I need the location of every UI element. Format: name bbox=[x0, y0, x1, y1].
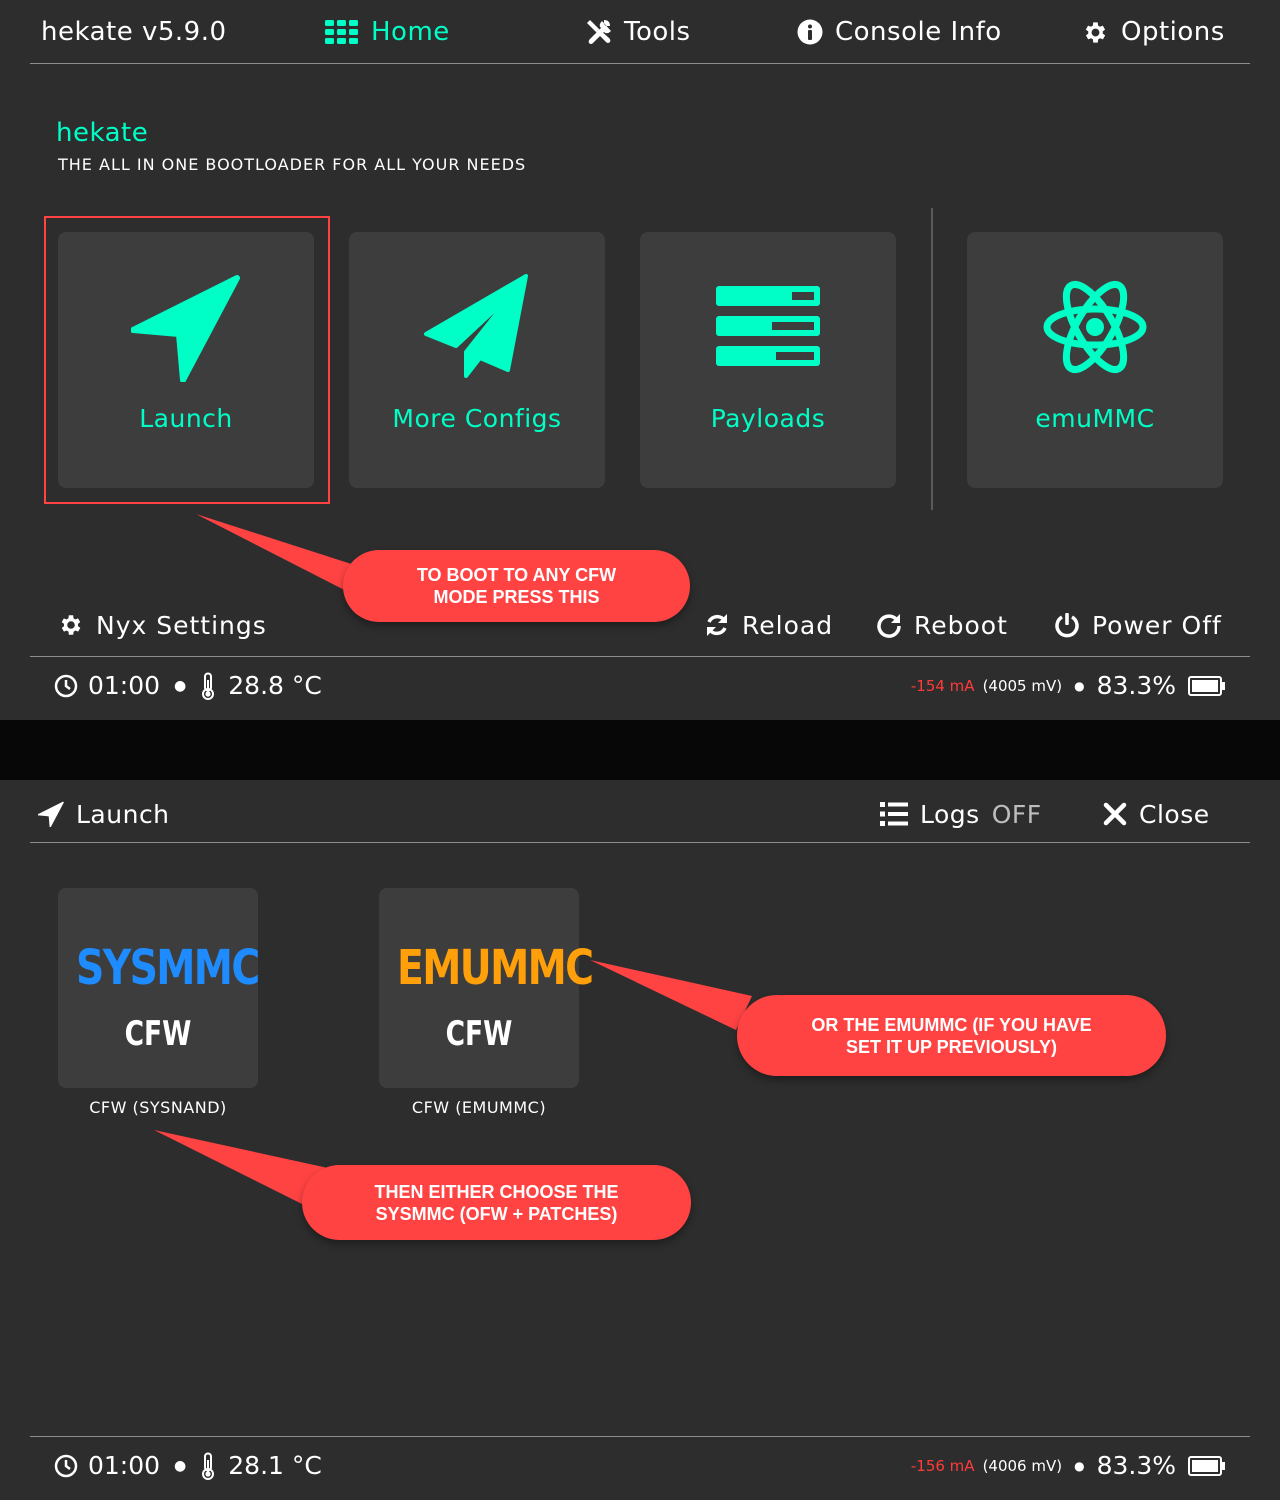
tab-options[interactable]: Options bbox=[1082, 14, 1225, 50]
launch-header-title: Launch bbox=[76, 799, 170, 829]
atom-icon bbox=[967, 272, 1223, 382]
emummc-cfw-button[interactable]: EMUMMC CFW bbox=[379, 888, 594, 1088]
status-bar-right: -154 mA (4005 mV) ● 83.3% bbox=[911, 671, 1226, 700]
main-menu-screen: hekate v5.9.0 Home Tools Console Info Op… bbox=[0, 0, 1280, 720]
payloads-list-icon bbox=[640, 272, 896, 382]
sysmmc-cfw-button[interactable]: SYSMMC CFW bbox=[58, 888, 260, 1088]
clock-icon bbox=[54, 674, 78, 697]
hero-subtitle: THE ALL IN ONE BOOTLOADER FOR ALL YOUR N… bbox=[58, 155, 527, 174]
header-divider bbox=[30, 63, 1250, 64]
tab-home-label: Home bbox=[371, 17, 450, 47]
callout-emummc: OR THE EMUMMC (IF YOU HAVE SET IT UP PRE… bbox=[737, 995, 1166, 1076]
callout-pointer bbox=[590, 960, 752, 1030]
callout-boot-cfw: TO BOOT TO ANY CFW MODE PRESS THIS bbox=[343, 550, 690, 622]
launch-header-divider bbox=[30, 842, 1250, 843]
battery-icon bbox=[1188, 675, 1225, 696]
payloads-tile-label: Payloads bbox=[710, 404, 826, 433]
clock-time: 01:00 bbox=[88, 1451, 161, 1480]
emummc-caption: CFW (EMUMMC) bbox=[411, 1098, 547, 1117]
battery-voltage: (4005 mV) bbox=[982, 676, 1063, 695]
reboot-icon bbox=[877, 614, 901, 638]
tab-tools[interactable]: Tools bbox=[584, 14, 691, 50]
logs-state: OFF bbox=[991, 799, 1042, 829]
launch-arrow-icon bbox=[38, 801, 64, 827]
emummc-tile[interactable]: emuMMC bbox=[967, 232, 1223, 488]
launch-highlight-box bbox=[44, 216, 330, 504]
thermometer-icon bbox=[202, 672, 215, 700]
tab-tools-label: Tools bbox=[624, 17, 691, 47]
refresh-icon bbox=[707, 614, 727, 636]
reboot-button[interactable]: Reboot bbox=[876, 606, 1008, 644]
power-off-label: Power Off bbox=[1092, 610, 1222, 640]
battery-percent: 83.3% bbox=[1096, 671, 1176, 700]
nyx-settings-button[interactable]: Nyx Settings bbox=[58, 606, 267, 644]
launch-header: Launch bbox=[38, 796, 170, 832]
temperature-value: 28.8 °C bbox=[228, 671, 322, 700]
nyx-settings-label: Nyx Settings bbox=[96, 610, 267, 640]
gear-icon bbox=[1085, 21, 1106, 43]
hero-title: hekate bbox=[56, 118, 149, 148]
tools-icon bbox=[587, 20, 611, 44]
emummc-tile-label: emuMMC bbox=[1035, 404, 1155, 433]
status-bar-left: 01:00 ● 28.8 °C bbox=[54, 671, 322, 700]
battery-current: -154 mA bbox=[910, 676, 975, 695]
battery-current: -156 mA bbox=[910, 1456, 975, 1475]
paper-plane-icon bbox=[349, 272, 605, 382]
status-bar-right: -156 mA (4006 mV) ● 83.3% bbox=[911, 1451, 1226, 1480]
power-off-button[interactable]: Power Off bbox=[1054, 606, 1222, 644]
info-icon bbox=[797, 19, 823, 45]
more-configs-tile[interactable]: More Configs bbox=[349, 232, 605, 488]
reboot-label: Reboot bbox=[914, 610, 1008, 640]
power-icon bbox=[1055, 613, 1079, 638]
screen-gap bbox=[0, 720, 1280, 780]
logs-label: Logs bbox=[920, 799, 980, 829]
sysmmc-cfw-label: CFW bbox=[124, 1014, 192, 1054]
list-icon bbox=[880, 802, 908, 826]
tab-console-info-label: Console Info bbox=[835, 17, 1002, 47]
temperature-value: 28.1 °C bbox=[228, 1451, 322, 1480]
payloads-tile[interactable]: Payloads bbox=[640, 232, 896, 488]
sysmmc-label: SYSMMC bbox=[76, 940, 260, 996]
clock-icon bbox=[54, 1454, 78, 1477]
grid-icon bbox=[325, 20, 358, 44]
separator-dot: ● bbox=[174, 1457, 187, 1474]
thermometer-icon bbox=[202, 1452, 215, 1480]
separator-dot: ● bbox=[174, 677, 187, 694]
close-icon bbox=[1103, 802, 1127, 826]
app-title: hekate v5.9.0 bbox=[41, 17, 227, 47]
callout-sysmmc: THEN EITHER CHOOSE THE SYSMMC (OFW + PAT… bbox=[302, 1165, 691, 1240]
battery-percent: 83.3% bbox=[1096, 1451, 1176, 1480]
reload-button[interactable]: Reload bbox=[704, 606, 833, 644]
tab-home[interactable]: Home bbox=[325, 14, 450, 50]
status-bar-left: 01:00 ● 28.1 °C bbox=[54, 1451, 322, 1480]
more-configs-tile-label: More Configs bbox=[392, 404, 562, 433]
battery-icon bbox=[1188, 1455, 1225, 1476]
tab-options-label: Options bbox=[1121, 17, 1225, 47]
reload-label: Reload bbox=[742, 610, 834, 640]
footer-divider bbox=[30, 1436, 1250, 1437]
logs-toggle[interactable]: Logs OFF bbox=[880, 796, 1042, 832]
separator-dot: ● bbox=[1074, 1458, 1085, 1473]
close-button[interactable]: Close bbox=[1103, 796, 1210, 832]
close-label: Close bbox=[1139, 799, 1210, 829]
sysmmc-caption: CFW (SYSNAND) bbox=[89, 1098, 227, 1117]
emummc-label: EMUMMC bbox=[397, 940, 594, 996]
footer-divider bbox=[30, 656, 1250, 657]
tab-console-info[interactable]: Console Info bbox=[797, 14, 1002, 50]
launch-screen: Launch Logs OFF Close SYSMMC CFW CFW (SY… bbox=[0, 780, 1280, 1500]
gear-icon bbox=[61, 615, 81, 635]
clock-time: 01:00 bbox=[88, 671, 161, 700]
battery-voltage: (4006 mV) bbox=[982, 1456, 1063, 1475]
tiles-separator bbox=[931, 208, 933, 510]
emummc-cfw-label: CFW bbox=[445, 1014, 513, 1054]
separator-dot: ● bbox=[1074, 678, 1085, 693]
